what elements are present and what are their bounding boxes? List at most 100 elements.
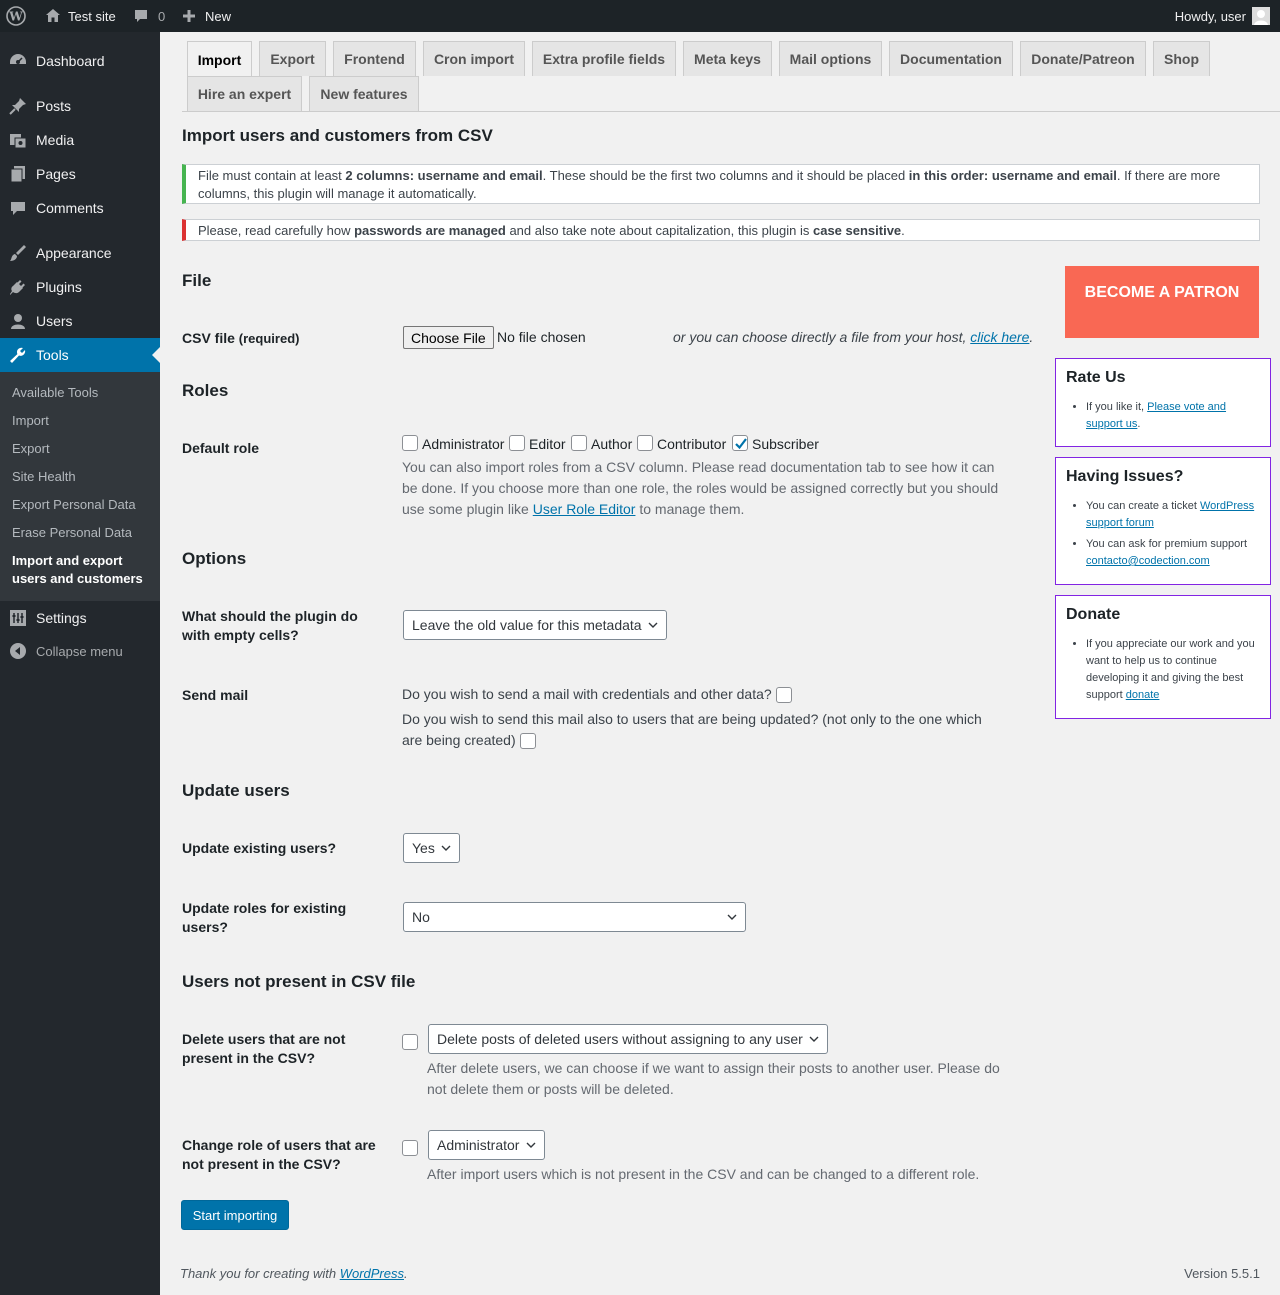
select-value: Yes [412,840,435,856]
not-present-heading: Users not present in CSV file [182,972,416,991]
delete-users-select[interactable]: Delete posts of deleted users without as… [428,1024,828,1054]
tab-new-features[interactable]: New features [309,76,419,111]
submenu-site-health[interactable]: Site Health [12,468,157,486]
role-administrator-checkbox[interactable] [402,435,418,451]
menu-label: Media [36,132,75,148]
menu-label: Posts [36,98,72,114]
menu-users[interactable]: Users [0,304,160,338]
tab-mail-options[interactable]: Mail options [779,41,882,76]
notice-text: File must contain at least [198,168,346,183]
chevron-down-icon [809,1036,819,1042]
dashboard-icon [9,52,27,70]
tab-donate-patreon[interactable]: Donate/Patreon [1020,41,1146,76]
role-author-checkbox[interactable] [571,435,587,451]
change-role-checkbox[interactable] [402,1140,418,1156]
send-mail-question: Do you wish to send a mail with credenti… [402,686,772,702]
pin-icon [9,97,27,115]
submenu-available-tools[interactable]: Available Tools [12,384,157,402]
menu-comments[interactable]: Comments [0,191,160,225]
menu-media[interactable]: Media [0,123,160,157]
plug-icon [9,278,27,296]
comments-link[interactable]: 0 [132,0,165,32]
issue-text: You can ask for premium support [1086,538,1248,550]
menu-pages[interactable]: Pages [0,157,160,191]
options-heading: Options [182,549,247,568]
submenu-export[interactable]: Export [12,440,157,458]
update-existing-select[interactable]: Yes [403,833,460,863]
site-name-link[interactable]: Test site [44,0,116,32]
chevron-down-icon [526,1142,536,1148]
list-item: You can ask for premium support contacto… [1086,536,1260,570]
update-roles-select[interactable]: No [403,902,746,932]
submenu-erase-personal-data[interactable]: Erase Personal Data [12,524,157,542]
list-item: You can create a ticket WordPress suppor… [1086,498,1260,532]
menu-appearance[interactable]: Appearance [0,236,160,270]
tab-meta-keys[interactable]: Meta keys [683,41,772,76]
notice-text: . These should be the first two columns … [542,168,909,183]
tab-documentation[interactable]: Documentation [889,41,1013,76]
menu-posts[interactable]: Posts [0,89,160,123]
notice-text: Please, read carefully how [198,223,355,238]
role-subscriber-checkbox[interactable] [732,435,748,451]
having-issues-title: Having Issues? [1066,468,1184,485]
menu-settings[interactable]: Settings [0,601,160,635]
notice-bold: passwords are managed [354,223,506,238]
list-item: If you appreciate our work and you want … [1086,636,1260,704]
account-menu[interactable]: Howdy, user [1175,0,1270,32]
select-value: Administrator [437,1137,520,1153]
submenu-export-personal-data[interactable]: Export Personal Data [12,496,157,514]
menu-label: Tools [36,347,69,363]
wordpress-logo-icon[interactable]: W [6,0,26,32]
comment-bubble-icon [132,7,150,25]
send-mail-checkbox[interactable] [776,687,792,703]
delete-users-checkbox[interactable] [402,1034,418,1050]
new-content-link[interactable]: New [181,0,231,32]
rate-us-box: Rate Us If you like it, Please vote and … [1055,358,1271,447]
become-patron-button[interactable]: BECOME A PATRON [1065,266,1259,338]
chevron-down-icon [727,914,737,920]
role-subscriber-label: Subscriber [752,436,819,452]
desc-text: to manage them. [635,501,745,517]
menu-tools[interactable]: Tools [0,338,160,372]
choose-file-button[interactable]: Choose File [403,326,494,349]
admin-bar: W Test site 0 New Howdy, user [0,0,1280,32]
role-editor-checkbox[interactable] [509,435,525,451]
menu-label: Users [36,313,73,329]
admin-sidebar: Dashboard Posts Media Pages Comments App… [0,32,160,1295]
menu-dashboard[interactable]: Dashboard [0,44,160,78]
tab-shop[interactable]: Shop [1153,41,1210,76]
plus-icon [181,8,197,24]
support-email-link[interactable]: contacto@codection.com [1086,555,1210,567]
footer-version: Version 5.5.1 [1184,1266,1260,1281]
menu-plugins[interactable]: Plugins [0,270,160,304]
change-role-select[interactable]: Administrator [428,1130,545,1160]
footer-thanks: Thank you for creating with WordPress. [180,1266,408,1281]
empty-cells-select[interactable]: Leave the old value for this metadata [403,610,667,640]
tab-hire-an-expert[interactable]: Hire an expert [187,76,302,111]
user-role-editor-link[interactable]: User Role Editor [533,501,636,517]
change-role-label: Change role of users that are not presen… [182,1137,376,1172]
wordpress-link[interactable]: WordPress [340,1266,404,1281]
update-users-heading: Update users [182,781,290,800]
roles-heading: Roles [182,381,229,400]
click-here-link[interactable]: click here [970,329,1029,345]
user-icon [9,312,27,330]
tab-export[interactable]: Export [259,41,326,76]
submenu-import-export-users[interactable]: Import and export users and customers [12,552,157,588]
tab-cron-import[interactable]: Cron import [423,41,525,76]
send-mail-updated-checkbox[interactable] [520,733,536,749]
start-importing-button[interactable]: Start importing [181,1200,289,1230]
label-text: CSV file [182,330,235,346]
tab-extra-profile-fields[interactable]: Extra profile fields [532,41,676,76]
role-contributor-checkbox[interactable] [637,435,653,451]
donate-box: Donate If you appreciate our work and yo… [1055,595,1271,719]
list-item: If you like it, Please vote and support … [1086,399,1260,433]
pages-icon [9,165,27,183]
donate-link[interactable]: donate [1126,689,1160,701]
collapse-icon [9,642,27,660]
tab-frontend[interactable]: Frontend [333,41,416,76]
empty-cells-label: What should the plugin do with empty cel… [182,608,358,643]
collapse-menu-button[interactable]: Collapse menu [0,634,160,668]
submenu-import[interactable]: Import [12,412,157,430]
tab-import[interactable]: Import [187,41,252,77]
